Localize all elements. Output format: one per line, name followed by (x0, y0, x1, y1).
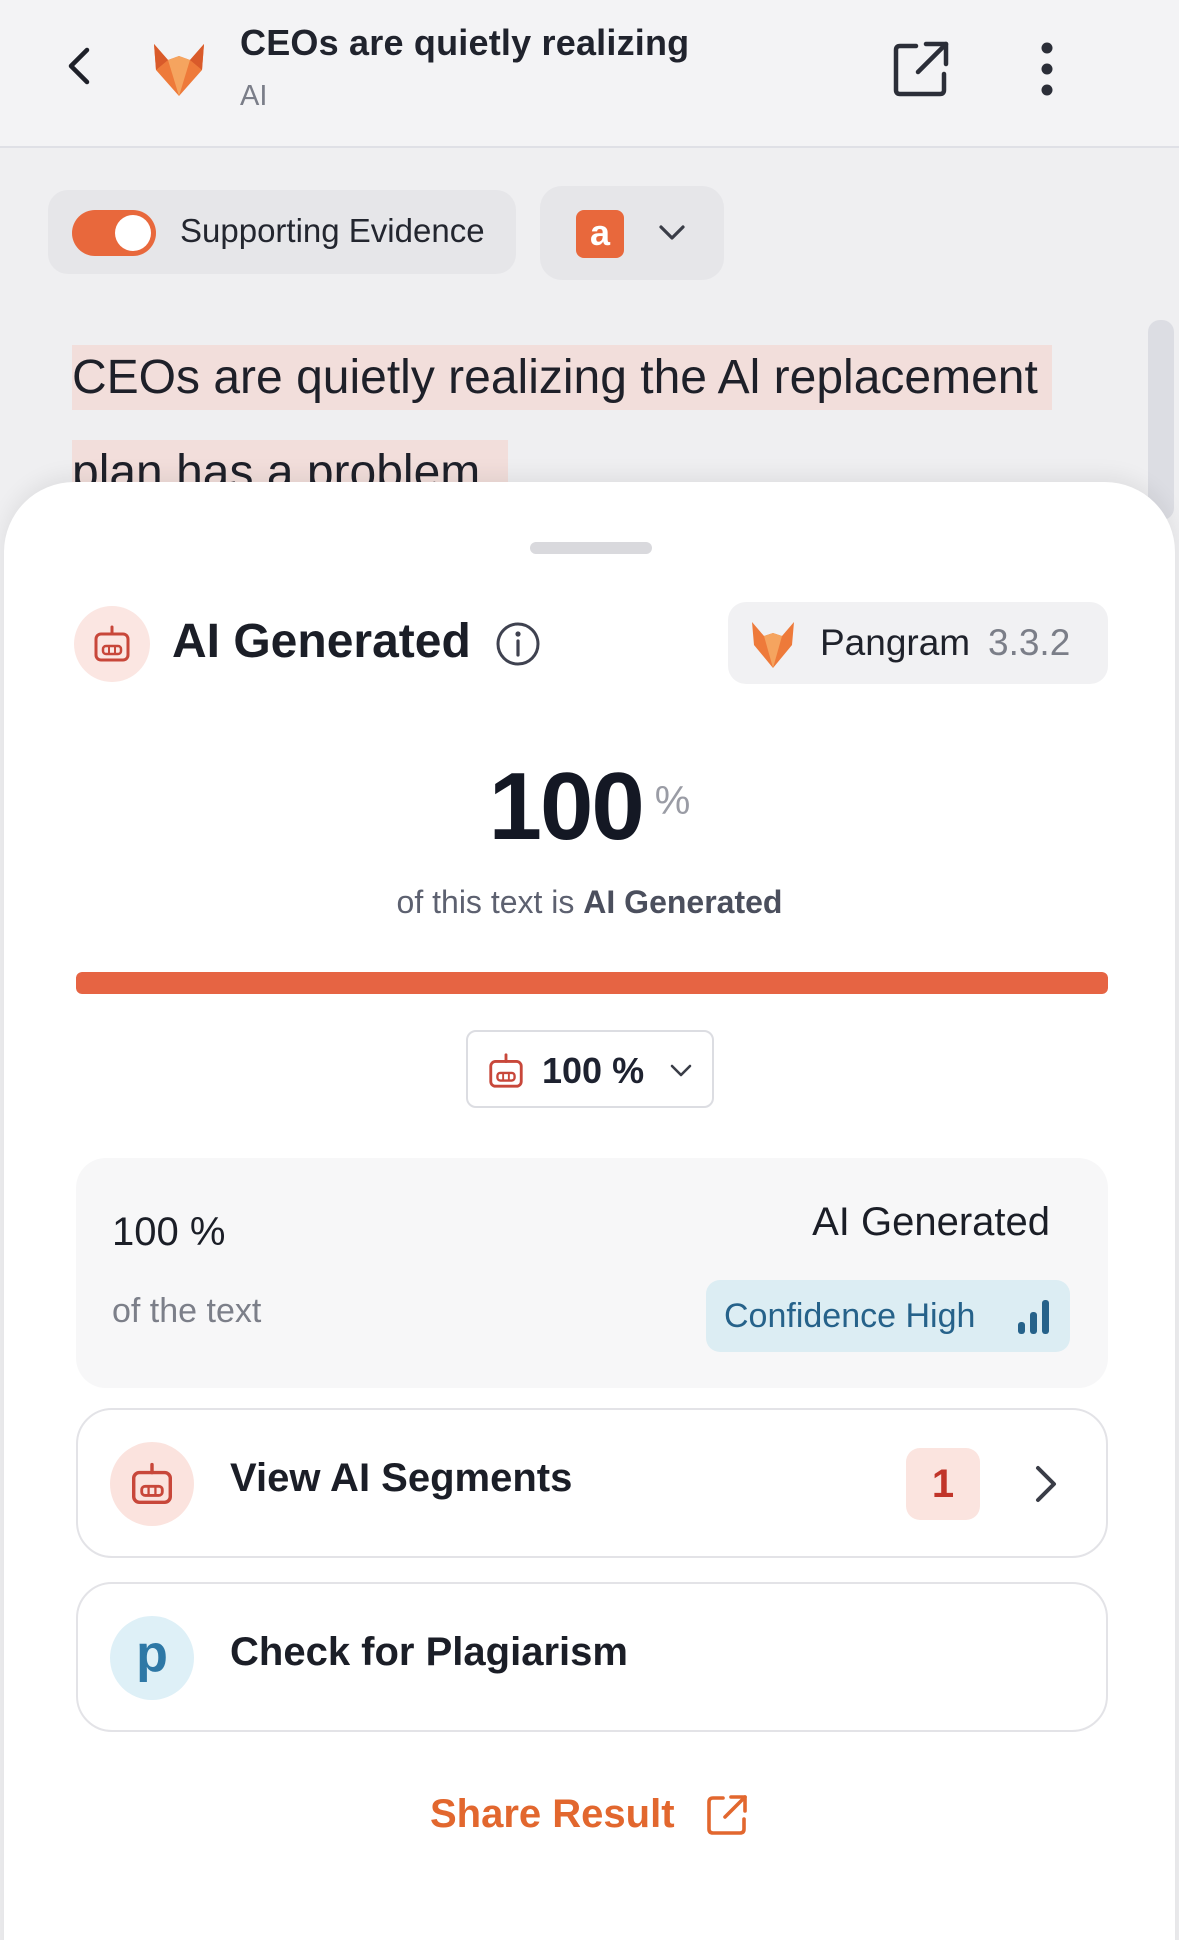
fox-logo-icon (752, 622, 794, 668)
chevron-right-icon (1036, 1466, 1056, 1502)
score-filter-dropdown[interactable]: 100 % (466, 1030, 714, 1108)
highlighted-line-1[interactable]: CEOs are quietly realizing the Al replac… (72, 345, 1052, 410)
check-plagiarism-label: Check for Plagiarism (230, 1630, 628, 1674)
page-title: CEOs are quietly realizing (240, 22, 690, 63)
supporting-evidence-toggle[interactable]: Supporting Evidence (48, 190, 516, 274)
supporting-evidence-label: Supporting Evidence (180, 212, 485, 249)
provider-name: Pangram (820, 622, 971, 663)
chevron-down-icon (670, 1064, 692, 1077)
model-selector[interactable]: a (540, 186, 724, 280)
signal-bars-icon (1018, 1300, 1049, 1334)
segments-count-badge: 1 (906, 1448, 980, 1520)
toggle-knob (115, 215, 151, 251)
robot-icon (110, 1442, 194, 1526)
summary-caption: of the text (112, 1292, 262, 1330)
summary-label: AI Generated (812, 1200, 1050, 1244)
sheet-grabber[interactable] (530, 542, 652, 554)
view-ai-segments-label: View AI Segments (230, 1456, 573, 1500)
score-filter-label: 100 % (542, 1050, 645, 1091)
external-link-icon (893, 41, 949, 97)
model-badge: a (576, 210, 624, 258)
score-progress-fill (76, 972, 1108, 994)
fox-logo-icon (150, 36, 208, 100)
toggle-switch[interactable] (72, 210, 156, 256)
more-options-button[interactable] (1030, 40, 1064, 98)
app-header: CEOs are quietly realizing AI (0, 0, 1179, 148)
chevron-left-icon (68, 47, 90, 85)
confidence-text: Confidence High (724, 1297, 976, 1335)
share-result-button[interactable]: Share Result (4, 1792, 1175, 1852)
score-progress-bar (76, 972, 1108, 994)
score-display: 100% (4, 752, 1175, 862)
share-result-label: Share Result (430, 1792, 675, 1836)
scrollbar[interactable] (1148, 320, 1174, 520)
robot-icon (489, 1053, 523, 1088)
more-vertical-icon (1041, 42, 1053, 96)
info-icon[interactable] (494, 620, 542, 668)
back-button[interactable] (56, 42, 104, 90)
result-title: AI Generated (172, 615, 471, 668)
view-ai-segments-button[interactable]: View AI Segments 1 (76, 1408, 1108, 1558)
score-unit: % (654, 779, 691, 823)
score-caption: of this text is AI Generated (4, 884, 1175, 921)
summary-percent: 100 % (112, 1210, 226, 1254)
score-caption-emphasis: AI Generated (583, 884, 783, 920)
chevron-down-icon (659, 225, 685, 240)
score-caption-prefix: of this text is (396, 884, 575, 920)
summary-card: 100 % of the text AI Generated Confidenc… (76, 1158, 1108, 1388)
provider-chip: Pangram 3.3.2 (728, 602, 1108, 684)
check-plagiarism-button[interactable]: p Check for Plagiarism (76, 1582, 1108, 1732)
plagiarism-icon: p (110, 1616, 194, 1700)
score-value: 100 (488, 753, 645, 860)
page-subtitle: AI (240, 80, 268, 112)
confidence-badge: Confidence High (706, 1280, 1070, 1352)
open-external-button[interactable] (890, 38, 952, 100)
results-sheet: AI Generated Pangram 3.3.2 100% of this … (4, 482, 1175, 1940)
robot-icon (74, 606, 150, 682)
provider-version: 3.3.2 (988, 622, 1071, 663)
external-link-icon (707, 1794, 747, 1835)
